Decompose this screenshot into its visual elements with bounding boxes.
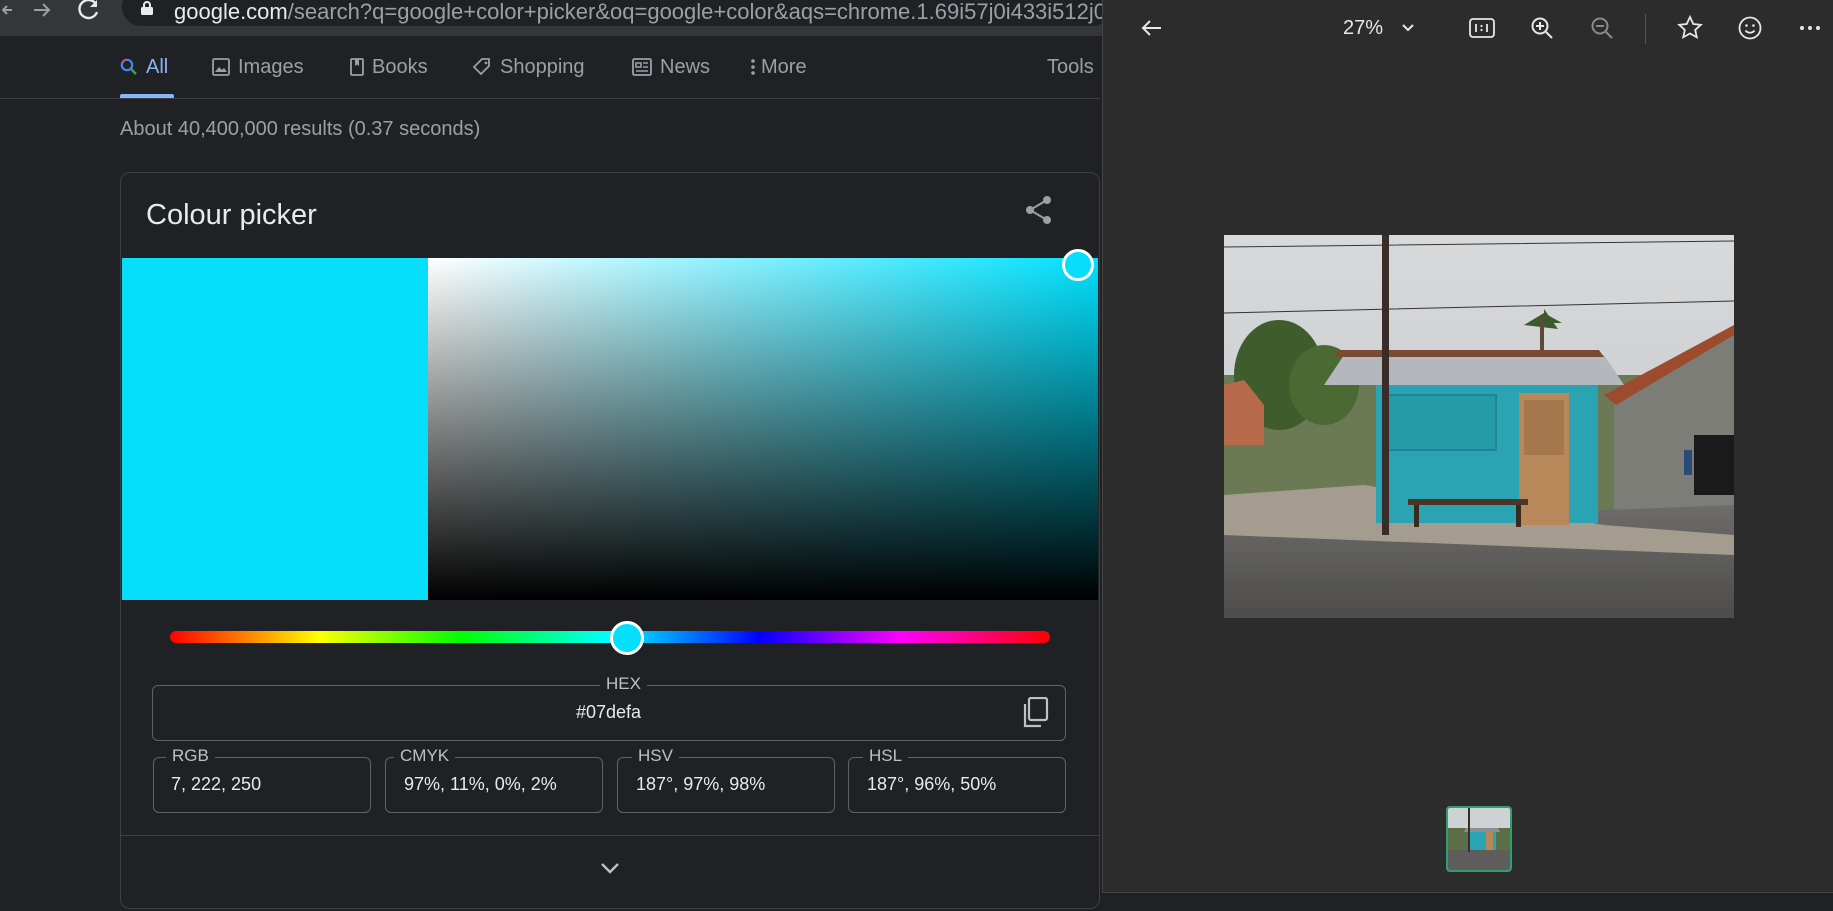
cmyk-field[interactable]: CMYK 97%, 11%, 0%, 2% <box>385 746 603 813</box>
url-text: google.com/search?q=google+color+picker&… <box>174 0 1104 25</box>
url-path: /search?q=google+color+picker&oq=google+… <box>287 0 1104 24</box>
tab-news[interactable]: News <box>632 52 710 82</box>
reload-icon[interactable] <box>76 0 102 20</box>
active-tab-indicator <box>120 94 174 98</box>
cmyk-label: CMYK <box>394 746 456 766</box>
hue-slider-handle[interactable] <box>610 621 645 655</box>
cmyk-value[interactable]: 97%, 11%, 0%, 2% <box>404 774 557 795</box>
results-count: About 40,400,000 results (0.37 seconds) <box>120 118 481 140</box>
rgb-label: RGB <box>166 746 215 766</box>
star-icon[interactable] <box>1675 12 1705 44</box>
hsl-value[interactable]: 187°, 96%, 50% <box>867 774 996 795</box>
hsv-field[interactable]: HSV 187°, 97%, 98% <box>617 746 835 813</box>
actual-size-icon[interactable] <box>1467 12 1497 44</box>
url-domain: google.com <box>174 0 288 24</box>
hex-label: HEX <box>600 674 647 694</box>
tab-news-label: News <box>660 55 711 78</box>
main-image <box>1224 235 1734 618</box>
news-icon <box>632 58 652 76</box>
colour-swatch <box>122 258 428 600</box>
share-icon[interactable] <box>1024 195 1054 225</box>
more-icon[interactable] <box>1795 12 1825 44</box>
tab-shopping-label: Shopping <box>500 55 585 78</box>
rgb-value[interactable]: 7, 222, 250 <box>171 774 261 795</box>
image-thumbnail[interactable] <box>1446 806 1512 872</box>
rgb-field[interactable]: RGB 7, 222, 250 <box>153 746 371 813</box>
saturation-value-area[interactable] <box>428 258 1098 600</box>
tab-books-label: Books <box>372 55 428 78</box>
tab-more-label: More <box>761 55 807 78</box>
zoom-level: 27% <box>1343 16 1384 39</box>
saturation-value-handle[interactable] <box>1061 248 1094 281</box>
copy-icon[interactable] <box>1021 697 1049 729</box>
tab-books[interactable]: Books <box>350 52 428 82</box>
colour-picker-card: Colour picker HEX #07defa RGB 7, 222, 25… <box>120 172 1100 909</box>
lock-icon <box>140 1 154 15</box>
hex-field[interactable]: HEX #07defa <box>152 674 1066 741</box>
kebab-icon <box>751 59 755 75</box>
back-icon[interactable] <box>0 0 18 20</box>
hex-value[interactable]: #07defa <box>576 702 641 723</box>
tools-label: Tools <box>1047 55 1094 78</box>
tab-images[interactable]: Images <box>212 52 304 82</box>
hsl-field[interactable]: HSL 187°, 96%, 50% <box>848 746 1066 813</box>
search-icon <box>120 58 137 75</box>
card-divider <box>121 835 1099 836</box>
hsv-label: HSV <box>632 746 679 766</box>
book-icon <box>350 58 364 76</box>
hsv-value[interactable]: 187°, 97%, 98% <box>636 774 765 795</box>
tag-icon <box>472 58 490 76</box>
tab-images-label: Images <box>238 55 304 78</box>
address-bar[interactable]: google.com/search?q=google+color+picker&… <box>122 0 1112 26</box>
image-icon <box>212 58 230 76</box>
zoom-out-icon[interactable] <box>1587 12 1617 44</box>
chevron-down-icon <box>1402 24 1414 32</box>
toolbar-separator <box>1645 14 1646 44</box>
tab-all[interactable]: All <box>120 52 168 82</box>
browser-toolbar: google.com/search?q=google+color+picker&… <box>0 0 1112 36</box>
back-arrow-icon[interactable] <box>1137 12 1167 44</box>
search-tabs: All Images Books Shopping News More Tool… <box>0 36 1100 99</box>
forward-icon[interactable] <box>30 0 54 20</box>
zoom-dropdown[interactable]: 27% <box>1343 12 1415 44</box>
tab-shopping[interactable]: Shopping <box>472 52 585 82</box>
card-title: Colour picker <box>146 199 317 231</box>
zoom-in-icon[interactable] <box>1527 12 1557 44</box>
hsl-label: HSL <box>863 746 909 766</box>
emoji-icon[interactable] <box>1735 12 1765 44</box>
tools-button[interactable]: Tools <box>1047 52 1094 82</box>
tab-more[interactable]: More <box>750 52 807 82</box>
chevron-down-icon[interactable] <box>599 861 621 875</box>
tab-all-label: All <box>146 55 169 78</box>
image-viewer: 27% <box>1102 0 1833 893</box>
